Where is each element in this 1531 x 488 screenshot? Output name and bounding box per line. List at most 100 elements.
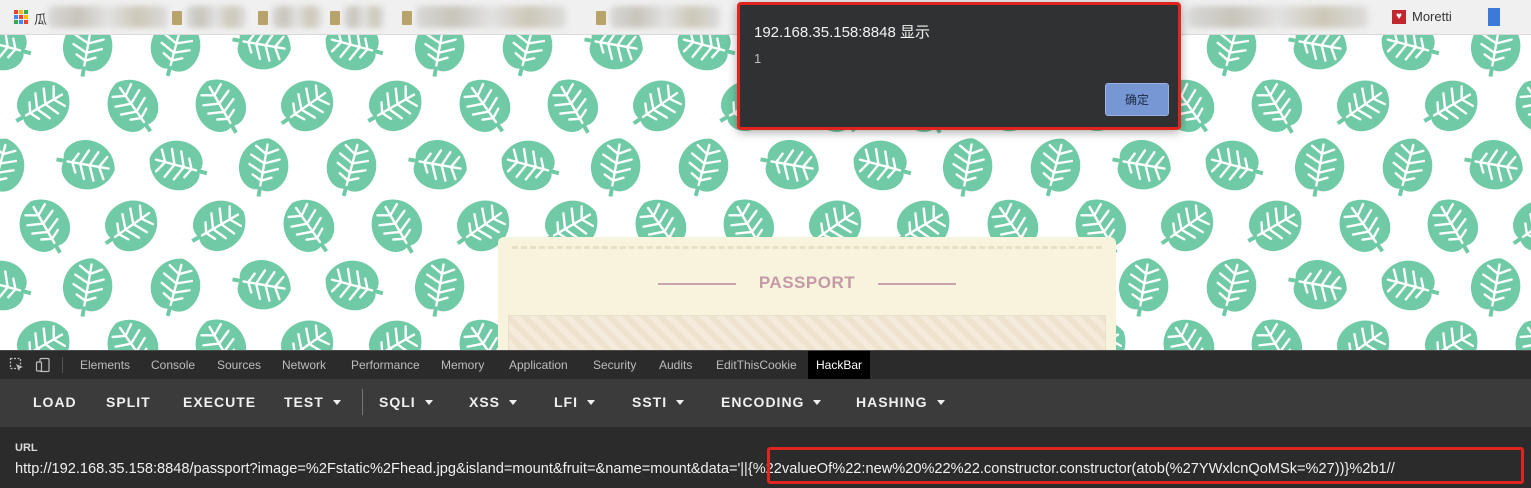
alert-ok-button[interactable]: 确定 [1105, 83, 1169, 116]
leaf-icon [1239, 307, 1316, 350]
leaf-icon [265, 307, 347, 350]
leaf-icon [226, 35, 298, 76]
leaf-icon [353, 68, 434, 145]
tab-memory[interactable]: Memory [441, 351, 484, 379]
chevron-down-icon [936, 399, 945, 405]
tab-elements[interactable]: Elements [80, 351, 130, 379]
bookmark-item-blurred[interactable] [344, 6, 384, 28]
leaf-icon [232, 131, 295, 203]
tab-network[interactable]: Network [282, 351, 326, 379]
execute-button[interactable]: EXECUTE [183, 379, 256, 425]
leaf-icon [1497, 187, 1531, 266]
tab-editthiscookie[interactable]: EditThisCookie [716, 351, 797, 379]
leaf-icon [1415, 187, 1492, 268]
apps-grid-dot [14, 20, 18, 24]
leaf-icon [493, 35, 561, 85]
tab-audits[interactable]: Audits [659, 351, 692, 379]
bookmark-item[interactable]: 瓜 [34, 9, 47, 28]
leaf-icon [1409, 68, 1490, 145]
tab-performance[interactable]: Performance [351, 351, 420, 379]
leaf-icon [584, 131, 647, 203]
hackbar-toolbar: LOAD SPLIT EXECUTE TEST SQLI XSS LFI SST… [0, 379, 1531, 427]
bookmark-item-blurred[interactable] [1188, 6, 1368, 28]
bookmark-item[interactable]: Moretti [1412, 9, 1452, 24]
bookmark-item-blurred[interactable] [416, 6, 566, 28]
hashing-menu[interactable]: HASHING [856, 379, 945, 425]
bookmark-blue-icon[interactable] [1488, 8, 1500, 26]
test-menu-label: TEST [284, 394, 324, 410]
leaf-icon [1464, 35, 1527, 83]
leaf-icon [317, 35, 392, 80]
split-button-label: SPLIT [106, 394, 151, 410]
bookmark-folder-icon[interactable] [258, 11, 268, 25]
passport-title: PASSPORT [758, 273, 856, 292]
leaf-icon [408, 35, 471, 83]
leaf-icon [1373, 35, 1448, 80]
ssti-menu[interactable]: SSTI [632, 379, 685, 425]
apps-grid-dot [14, 15, 18, 19]
leaf-icon [317, 252, 392, 320]
toolbar-divider [362, 389, 363, 415]
bookmark-item-blurred[interactable] [610, 6, 720, 28]
red-extension-icon[interactable]: ♥ [1392, 10, 1406, 24]
leaf-icon [0, 130, 33, 205]
url-field[interactable]: http://192.168.35.158:8848/passport?imag… [15, 461, 1525, 477]
leaf-icon [1321, 67, 1403, 146]
bookmark-item-blurred[interactable] [48, 6, 168, 28]
bookmark-folder-icon[interactable] [402, 11, 412, 25]
passport-dashed-border [512, 246, 1102, 249]
sqli-menu[interactable]: SQLI [379, 379, 433, 425]
leaf-icon [1373, 130, 1441, 205]
leaf-icon [89, 187, 171, 266]
apps-grid-dot [19, 20, 23, 24]
leaf-icon [1, 308, 82, 350]
leaf-icon [408, 251, 471, 323]
load-button-label: LOAD [33, 394, 77, 410]
lfi-menu-label: LFI [554, 394, 578, 410]
leaf-icon [1321, 307, 1403, 350]
sqli-menu-label: SQLI [379, 394, 416, 410]
tab-application[interactable]: Application [509, 351, 568, 379]
load-button[interactable]: LOAD [33, 379, 77, 425]
leaf-icon [1197, 35, 1265, 85]
leaf-icon [1021, 130, 1089, 205]
bookmark-item-blurred[interactable] [186, 6, 246, 28]
tab-sources[interactable]: Sources [217, 351, 261, 379]
leaf-icon [1502, 306, 1531, 350]
lfi-menu[interactable]: LFI [554, 379, 595, 425]
split-button[interactable]: SPLIT [106, 379, 151, 425]
leaf-icon [353, 308, 434, 350]
tab-security[interactable]: Security [593, 351, 636, 379]
alert-dialog-title: 192.168.35.158:8848 显示 [754, 24, 930, 41]
leaf-icon [1373, 252, 1448, 320]
tab-console[interactable]: Console [151, 351, 195, 379]
leaf-icon [141, 132, 216, 200]
passport-pattern-panel [508, 315, 1106, 350]
leaf-icon [1112, 251, 1175, 323]
hashing-menu-label: HASHING [856, 394, 928, 410]
bookmark-folder-icon[interactable] [330, 11, 340, 25]
tab-hackbar[interactable]: HackBar [808, 351, 871, 379]
encoding-menu[interactable]: ENCODING [721, 379, 822, 425]
url-label: URL [15, 442, 38, 454]
hackbar-url-panel: URL http://192.168.35.158:8848/passport?… [0, 427, 1531, 488]
bookmark-item-blurred[interactable] [272, 6, 322, 28]
execute-button-label: EXECUTE [183, 394, 257, 410]
element-picker-icon[interactable] [9, 357, 25, 373]
xss-menu[interactable]: XSS [469, 379, 518, 425]
leaf-icon [177, 188, 258, 265]
bookmark-folder-icon[interactable] [596, 11, 606, 25]
leaf-icon [1233, 188, 1314, 265]
apps-grid-icon[interactable] [14, 10, 28, 24]
leaf-icon [94, 66, 173, 148]
test-menu[interactable]: TEST [284, 379, 341, 425]
leaf-icon [402, 133, 474, 196]
leaf-icon [50, 133, 122, 196]
bookmark-folder-icon[interactable] [172, 11, 182, 25]
xss-menu-label: XSS [469, 394, 501, 410]
leaf-icon [183, 67, 260, 148]
leaf-icon [270, 186, 349, 268]
leaf-icon [1145, 187, 1227, 266]
device-toolbar-icon[interactable] [35, 357, 51, 373]
leaf-icon [141, 250, 209, 325]
